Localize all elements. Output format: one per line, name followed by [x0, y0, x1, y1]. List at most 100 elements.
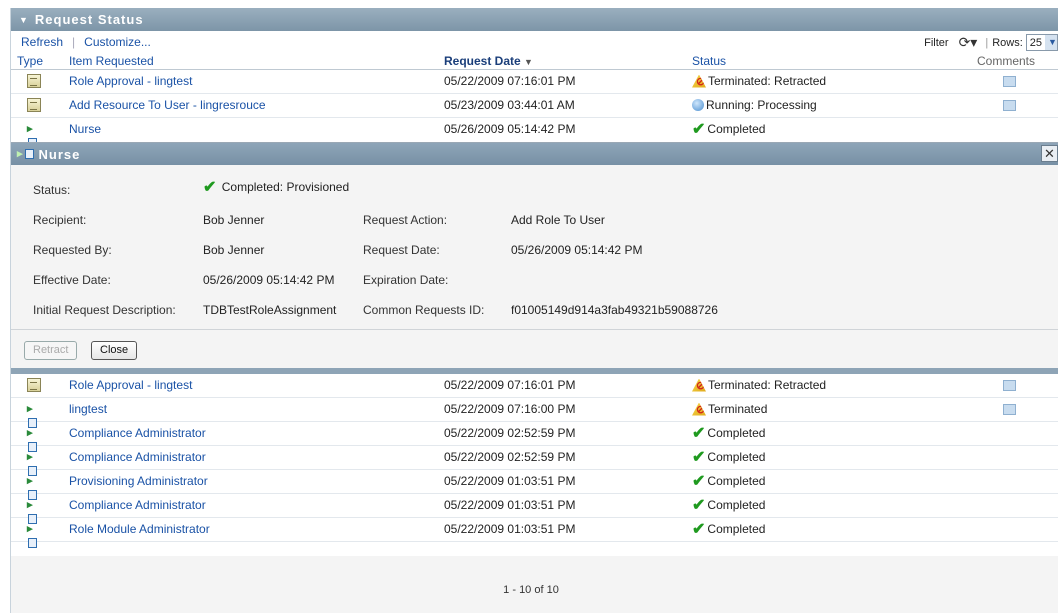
status-value-text: Completed: Provisioned [221, 180, 350, 194]
request-date: 05/26/2009 05:14:42 PM [444, 122, 576, 136]
status-cell: Terminated: Retracted [692, 378, 826, 392]
status-cell: ✔ Completed [692, 497, 766, 513]
status-text: Completed [707, 122, 766, 136]
item-link[interactable]: Compliance Administrator [69, 426, 206, 440]
request-date: 05/22/2009 02:52:59 PM [444, 450, 576, 464]
collapse-arrow-icon[interactable]: ▼ [19, 15, 29, 25]
status-cell: Terminated: Retracted [692, 74, 826, 88]
status-cell: ✔ Completed [692, 424, 766, 442]
item-link[interactable]: Role Approval - lingtest [69, 74, 192, 88]
detail-titlebar: ▸ Nurse [11, 143, 1058, 165]
checkmark-icon: ✔ [692, 472, 706, 490]
table-row[interactable]: Role Approval - lingtest 05/22/2009 07:1… [11, 374, 1058, 398]
request-date: 05/23/2009 03:44:01 AM [444, 98, 575, 112]
col-status[interactable]: Status [692, 54, 726, 68]
table-row-selected[interactable]: ▸ Nurse 05/26/2009 05:14:42 PM ✔ Complete… [11, 118, 1058, 149]
request-date-label: Request Date: [363, 243, 440, 257]
toolbar-right: Filter ⟳▾ | Rows: 25 ▼ [924, 34, 1058, 51]
item-link[interactable]: Role Module Administrator [69, 522, 210, 536]
rows-value: 25 [1029, 36, 1042, 49]
request-date: 05/22/2009 01:03:51 PM [444, 498, 576, 512]
col-request-date-label: Request Date [444, 54, 521, 68]
status-text: Completed [707, 474, 766, 488]
rows-select[interactable]: 25 ▼ [1025, 34, 1058, 51]
item-link[interactable]: Provisioning Administrator [69, 474, 208, 488]
item-link[interactable]: lingtest [69, 402, 107, 416]
table-row[interactable]: ▸ Compliance Administrator 05/22/2009 02… [11, 446, 1058, 477]
table-row[interactable]: ▸ Role Module Administrator 05/22/2009 0… [11, 518, 1058, 549]
role-icon: ▸ [27, 474, 41, 501]
request-detail-panel: ▸ Nurse ✕ Status: ✔ Completed: Provision… [11, 142, 1058, 374]
checkmark-icon: ✔ [692, 424, 706, 442]
table-row[interactable]: ▸ lingtest 05/22/2009 07:16:00 PM Termin… [11, 398, 1058, 429]
role-icon: ▸ [17, 147, 34, 161]
table-row[interactable]: Role Approval - lingtest 05/22/2009 07:1… [11, 70, 1058, 94]
table-row[interactable]: Add Resource To User - lingresrouce 05/2… [11, 94, 1058, 118]
request-date: 05/22/2009 07:16:00 PM [444, 402, 576, 416]
status-cell: Running: Processing [692, 98, 817, 112]
status-cell: ✔ Completed [692, 449, 765, 465]
recipient-value: Bob Jenner [203, 213, 265, 227]
status-text: Running: Processing [706, 98, 817, 112]
table-row[interactable]: ▸ Provisioning Administrator 05/22/2009 … [11, 470, 1058, 501]
status-value: ✔ Completed: Provisioned [203, 178, 350, 196]
detail-footer: Retract Close [11, 329, 1058, 365]
table-row[interactable]: ▸ Compliance Administrator 05/22/2009 02… [11, 422, 1058, 453]
status-text: Completed [707, 426, 766, 440]
item-link[interactable]: Role Approval - lingtest [69, 378, 192, 392]
request-status-panel: ▼ Request Status Refresh | Customize... … [10, 8, 1058, 613]
request-date: 05/22/2009 07:16:01 PM [444, 378, 576, 392]
role-icon: ▸ [27, 450, 41, 477]
table-header: Type Item Requested Request Date ▼ Statu… [11, 53, 1058, 70]
filter-icon[interactable]: ⟳▾ [959, 34, 978, 51]
item-link[interactable]: Nurse [69, 122, 101, 136]
refresh-link[interactable]: Refresh [21, 35, 63, 49]
table-row[interactable]: ▸ Compliance Administrator 05/22/2009 01… [11, 494, 1058, 525]
col-item-requested[interactable]: Item Requested [69, 54, 154, 68]
role-icon: ▸ [27, 522, 41, 549]
initial-desc-value: TDBTestRoleAssignment [203, 303, 337, 317]
checkmark-icon: ✔ [692, 520, 706, 538]
status-cell: Terminated [692, 402, 767, 416]
request-date-value: 05/26/2009 05:14:42 PM [511, 243, 643, 257]
requested-by-label: Requested By: [33, 243, 112, 257]
close-button[interactable]: Close [91, 341, 138, 360]
item-link[interactable]: Add Resource To User - lingresrouce [69, 98, 266, 112]
panel-titlebar[interactable]: ▼ Request Status [11, 8, 1058, 31]
customize-link[interactable]: Customize... [84, 35, 151, 49]
status-text: Completed [707, 498, 766, 512]
toolbar: Refresh | Customize... Filter ⟳▾ | Rows:… [11, 31, 1058, 53]
chevron-down-icon[interactable]: ▼ [1045, 35, 1057, 50]
request-action-label: Request Action: [363, 213, 448, 227]
col-type[interactable]: Type [17, 54, 43, 68]
request-date: 05/22/2009 02:52:59 PM [444, 426, 576, 440]
rows-label: Rows: [992, 36, 1023, 49]
status-cell: ✔ Completed [692, 120, 766, 138]
request-date: 05/22/2009 01:03:51 PM [444, 522, 576, 536]
pagination-info: 1 - 10 of 10 [503, 584, 559, 596]
terminated-icon [692, 74, 706, 88]
item-link[interactable]: Compliance Administrator [69, 498, 206, 512]
col-request-date[interactable]: Request Date ▼ [444, 54, 533, 68]
request-date: 05/22/2009 07:16:01 PM [444, 74, 576, 88]
toolbar-divider: | [985, 36, 989, 49]
checkmark-icon: ✔ [203, 178, 217, 196]
retract-button[interactable]: Retract [24, 341, 78, 360]
close-icon[interactable]: ✕ [1041, 145, 1058, 162]
panel-title: Request Status [34, 12, 144, 27]
filter-label: Filter [924, 36, 949, 49]
sort-desc-icon: ▼ [524, 57, 533, 67]
item-link[interactable]: Compliance Administrator [69, 450, 206, 464]
effective-date-label: Effective Date: [33, 273, 111, 287]
toolbar-separator: | [72, 35, 76, 49]
comment-icon[interactable] [1003, 100, 1016, 111]
comment-icon[interactable] [1003, 380, 1016, 391]
status-cell: ✔ Completed [692, 520, 765, 538]
status-label: Status: [33, 183, 71, 197]
status-text: Terminated: Retracted [708, 378, 827, 392]
role-icon: ▸ [27, 122, 41, 149]
request-date: 05/22/2009 01:03:51 PM [444, 474, 576, 488]
checkmark-icon: ✔ [692, 120, 706, 138]
comment-icon[interactable] [1003, 404, 1016, 415]
comment-icon[interactable] [1003, 76, 1016, 87]
